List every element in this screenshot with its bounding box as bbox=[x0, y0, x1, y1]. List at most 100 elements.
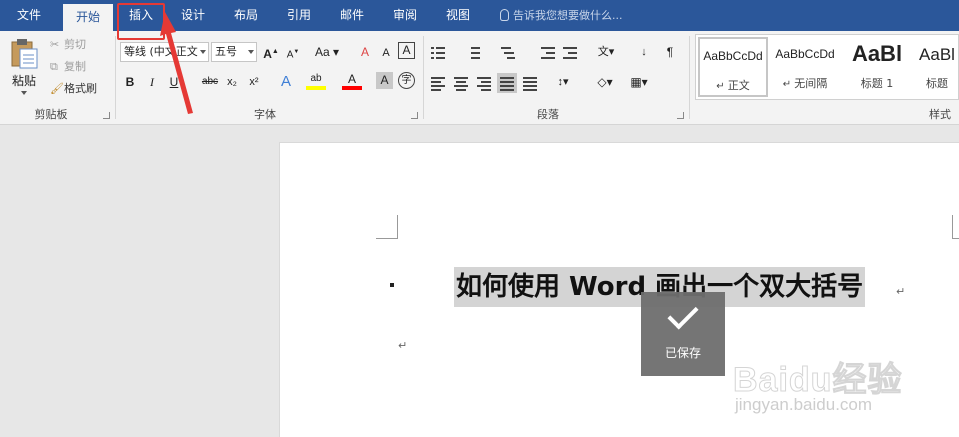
align-center-icon[interactable] bbox=[453, 75, 469, 91]
styles-gallery: AaBbCcDd ↵ 正文 AaBbCcDd ↵ 无间隔 AaBl 标题 1 A… bbox=[695, 34, 959, 100]
font-size-combo[interactable]: 五号 bbox=[211, 42, 257, 62]
tab-review[interactable]: 审阅 bbox=[382, 0, 428, 31]
justify-icon[interactable] bbox=[497, 73, 517, 93]
tell-me-placeholder: 告诉我您想要做什么... bbox=[513, 9, 623, 22]
shrink-font-button[interactable]: A▼ bbox=[283, 42, 303, 62]
increase-indent-icon[interactable] bbox=[562, 45, 578, 59]
phonetic-guide-button[interactable]: A bbox=[376, 42, 396, 62]
style-name-text: 正文 bbox=[727, 79, 750, 92]
group-divider bbox=[423, 36, 424, 119]
multilevel-list-icon[interactable] bbox=[500, 45, 516, 59]
change-case-button[interactable]: Aa ▾ bbox=[312, 42, 342, 62]
grow-font-button[interactable]: A▲ bbox=[261, 42, 281, 62]
numbering-icon[interactable] bbox=[465, 45, 481, 59]
font-name-combo[interactable]: 等线 (中文正文 bbox=[120, 42, 209, 62]
paste-label: 粘贴 bbox=[12, 74, 37, 88]
eraser-icon: A bbox=[360, 45, 369, 59]
chevron-down-icon bbox=[21, 91, 27, 95]
superscript-button[interactable]: x² bbox=[244, 72, 264, 92]
document-canvas: 如何使用 Word 画出一个双大括号 ↵ ↵ 已保存 Baidu经验 jingy… bbox=[0, 126, 959, 437]
style-normal[interactable]: AaBbCcDd ↵ 正文 bbox=[698, 37, 768, 97]
change-case-icon: Aa bbox=[314, 45, 330, 59]
character-border-button[interactable]: A bbox=[398, 42, 415, 59]
paragraph-mark: ↵ bbox=[398, 339, 408, 352]
format-painter-button[interactable]: 🖌格式刷 bbox=[50, 79, 97, 99]
group-divider bbox=[689, 36, 690, 119]
align-left-icon[interactable] bbox=[430, 75, 446, 91]
character-shading-icon: A bbox=[380, 73, 389, 87]
tab-layout[interactable]: 布局 bbox=[223, 0, 269, 31]
clipboard-group-label: 剪贴板 bbox=[34, 108, 68, 121]
chevron-down-icon bbox=[200, 50, 206, 54]
checkmark-icon bbox=[667, 298, 699, 330]
baidu-watermark: Baidu经验 bbox=[732, 361, 903, 400]
bold-button[interactable]: B bbox=[120, 72, 140, 92]
character-shading-button[interactable]: A bbox=[376, 72, 393, 89]
tab-mailings[interactable]: 邮件 bbox=[329, 0, 375, 31]
line-spacing-icon[interactable]: ↕▾ bbox=[552, 72, 574, 92]
cut-button[interactable]: ✂ 剪切 bbox=[50, 35, 86, 55]
lightbulb-icon bbox=[500, 9, 509, 21]
saved-toast: 已保存 bbox=[641, 292, 725, 376]
styles-group-label: 样式 bbox=[929, 108, 951, 121]
paragraph-bullet bbox=[390, 283, 394, 287]
show-marks-icon[interactable]: ¶ bbox=[660, 42, 680, 62]
tab-view[interactable]: 视图 bbox=[435, 0, 481, 31]
tab-home[interactable]: 开始 bbox=[63, 4, 113, 31]
sort-icon[interactable]: ↓ bbox=[634, 42, 654, 62]
borders-icon[interactable]: ▦▾ bbox=[626, 72, 652, 92]
font-color-button[interactable]: A bbox=[342, 72, 362, 90]
style-name: ↵ 无间隔 bbox=[782, 77, 828, 90]
shading-icon[interactable]: ◇▾ bbox=[592, 72, 618, 92]
brush-icon: 🖌 bbox=[50, 82, 64, 95]
watermark-url: jingyan.baidu.com bbox=[735, 395, 873, 414]
paragraph-launcher-icon[interactable] bbox=[677, 112, 684, 119]
chinese-layout-icon[interactable]: 文▾ bbox=[594, 42, 618, 62]
format-painter-label: 格式刷 bbox=[64, 82, 97, 95]
font-launcher-icon[interactable] bbox=[411, 112, 418, 119]
grow-font-icon: A bbox=[263, 47, 272, 61]
strikethrough-button[interactable]: abc bbox=[198, 72, 222, 92]
font-size-value: 五号 bbox=[215, 45, 237, 58]
chevron-down-icon bbox=[248, 50, 254, 54]
italic-button[interactable]: I bbox=[142, 72, 162, 92]
underline-button[interactable]: U bbox=[164, 72, 184, 92]
style-name: 标题 1 bbox=[860, 77, 894, 90]
clipboard-launcher-icon[interactable] bbox=[103, 112, 110, 119]
style-sample: AaBbCcDd bbox=[703, 49, 763, 63]
highlighter-icon: ab bbox=[310, 73, 322, 84]
style-no-spacing[interactable]: AaBbCcDd ↵ 无间隔 bbox=[770, 37, 840, 97]
highlight-button[interactable]: ab bbox=[306, 72, 326, 90]
style-sample: AaBl bbox=[919, 45, 955, 64]
saved-label: 已保存 bbox=[664, 346, 701, 360]
enclose-characters-icon: 字 bbox=[401, 75, 412, 86]
scissors-icon: ✂ bbox=[50, 38, 60, 51]
distributed-icon[interactable] bbox=[522, 75, 538, 91]
tab-file[interactable]: 文件 bbox=[6, 0, 52, 31]
subscript-button[interactable]: x₂ bbox=[222, 72, 242, 92]
ribbon-home: 粘贴 ✂ 剪切 ⧉ 复制 🖌格式刷 剪贴板 等线 (中文正文 五号 A▲ A▼ Aa… bbox=[0, 31, 959, 125]
bullets-icon[interactable] bbox=[430, 45, 446, 59]
character-border-icon: A bbox=[402, 43, 411, 57]
copy-button[interactable]: ⧉ 复制 bbox=[50, 57, 86, 77]
style-sample: AaBl bbox=[851, 41, 903, 66]
style-title[interactable]: AaBl 标题 bbox=[914, 37, 959, 97]
align-right-icon[interactable] bbox=[476, 75, 492, 91]
font-group-label: 字体 bbox=[254, 108, 276, 121]
decrease-indent-icon[interactable] bbox=[540, 45, 556, 59]
style-heading-1[interactable]: AaBl 标题 1 bbox=[842, 37, 912, 97]
clear-formatting-button[interactable]: A bbox=[355, 42, 375, 62]
style-name-text: 无间隔 bbox=[794, 77, 828, 90]
tab-references[interactable]: 引用 bbox=[276, 0, 322, 31]
paragraph-mark: ↵ bbox=[896, 285, 906, 298]
style-name: ↵ 正文 bbox=[716, 79, 750, 92]
cut-label: 剪切 bbox=[64, 38, 86, 51]
tab-design[interactable]: 设计 bbox=[170, 0, 216, 31]
group-divider bbox=[115, 36, 116, 119]
paste-button[interactable]: 粘贴 bbox=[6, 35, 42, 101]
text-effects-button[interactable]: A bbox=[276, 72, 296, 92]
copy-label: 复制 bbox=[64, 60, 86, 73]
enclose-characters-button[interactable]: 字 bbox=[398, 72, 415, 89]
copy-icon: ⧉ bbox=[50, 60, 58, 73]
tell-me-search[interactable]: 告诉我您想要做什么... bbox=[500, 0, 623, 31]
